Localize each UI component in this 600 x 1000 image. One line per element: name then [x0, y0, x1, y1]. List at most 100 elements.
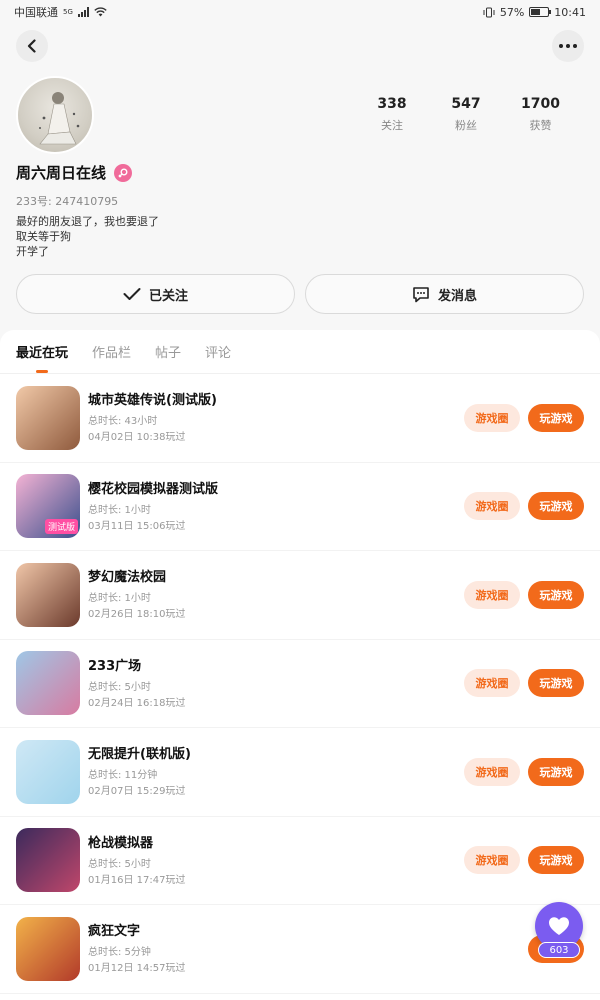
- tab-works[interactable]: 作品栏: [92, 329, 131, 373]
- game-row[interactable]: 疯狂文字 总时长: 5分钟 01月12日 14:57玩过 玩游戏: [0, 905, 600, 994]
- game-icon[interactable]: [16, 916, 80, 981]
- game-icon[interactable]: [16, 562, 80, 627]
- back-button[interactable]: [16, 30, 48, 62]
- tab-recently-played[interactable]: 最近在玩: [16, 329, 68, 373]
- game-actions: 游戏圈 玩游戏: [464, 492, 584, 521]
- battery-percent: 57%: [499, 5, 525, 19]
- carrier-label: 中国联通: [14, 6, 58, 19]
- game-last-played: 01月12日 14:57玩过: [88, 963, 186, 975]
- game-duration: 总时长: 1小时: [88, 504, 151, 516]
- play-game-button[interactable]: 玩游戏: [528, 757, 584, 786]
- game-title: 城市英雄传说(测试版): [88, 393, 217, 409]
- send-message-button[interactable]: 发消息: [305, 274, 584, 314]
- game-icon[interactable]: [16, 828, 80, 893]
- game-title: 疯狂文字: [88, 924, 141, 940]
- game-info: 无限提升(联机版) 总时长: 11分钟 02月07日 15:29玩过: [88, 743, 464, 800]
- tab-comments[interactable]: 评论: [205, 329, 231, 373]
- stat-label: 关注: [381, 119, 404, 132]
- chat-bubble-icon: [413, 286, 429, 302]
- game-circle-button[interactable]: 游戏圈: [464, 669, 520, 698]
- play-game-button[interactable]: 玩游戏: [528, 492, 584, 521]
- profile-stats: 338 关注 547 粉丝 1700 获赞: [373, 96, 560, 133]
- avatar-illustration-icon: [39, 92, 80, 145]
- game-title: 枪战模拟器: [88, 835, 154, 851]
- game-duration: 总时长: 5小时: [88, 681, 151, 693]
- stat-following[interactable]: 338 关注: [373, 96, 411, 133]
- user-id: 233号: 247410795: [16, 195, 119, 208]
- battery-icon: [529, 7, 552, 17]
- game-icon[interactable]: [16, 385, 80, 450]
- game-actions: 游戏圈 玩游戏: [464, 757, 584, 786]
- game-info: 樱花校园模拟器测试版 总时长: 1小时 03月11日 15:06玩过: [88, 478, 464, 535]
- avatar[interactable]: [16, 76, 94, 154]
- game-row[interactable]: 233广场 总时长: 5小时 02月24日 16:18玩过 游戏圈 玩游戏: [0, 640, 600, 728]
- user-name: 周六周日在线: [16, 164, 107, 182]
- game-info: 城市英雄传说(测试版) 总时长: 43小时 04月02日 10:38玩过: [88, 389, 464, 446]
- game-info: 疯狂文字 总时长: 5分钟 01月12日 14:57玩过: [88, 920, 464, 977]
- game-actions: 游戏圈 玩游戏: [464, 669, 584, 698]
- game-circle-button[interactable]: 游戏圈: [464, 492, 520, 521]
- profile-tabs: 最近在玩 作品栏 帖子 评论: [0, 330, 600, 374]
- check-icon: [123, 288, 141, 300]
- female-gender-icon: [114, 163, 133, 182]
- stat-number: 547: [451, 96, 481, 112]
- play-game-button[interactable]: 玩游戏: [528, 846, 584, 875]
- stat-number: 1700: [521, 96, 560, 112]
- game-circle-button[interactable]: 游戏圈: [464, 846, 520, 875]
- profile-header: 338 关注 547 粉丝 1700 获赞 周六周日在线 233号: 24741…: [0, 68, 600, 332]
- game-icon[interactable]: [16, 739, 80, 804]
- game-info: 枪战模拟器 总时长: 5小时 01月16日 17:47玩过: [88, 832, 464, 889]
- game-actions: 游戏圈 玩游戏: [464, 580, 584, 609]
- tab-posts[interactable]: 帖子: [155, 329, 181, 373]
- bio-line: 开学了: [16, 245, 49, 258]
- stat-likes[interactable]: 1700 获赞: [521, 96, 560, 133]
- clock: 10:41: [554, 5, 586, 19]
- more-dots-icon: [559, 44, 577, 48]
- followed-button[interactable]: 已关注: [16, 274, 295, 314]
- play-game-button[interactable]: 玩游戏: [528, 403, 584, 432]
- chevron-left-icon: [27, 39, 36, 53]
- game-last-played: 02月24日 16:18玩过: [88, 697, 186, 709]
- game-actions: 游戏圈 玩游戏: [464, 403, 584, 432]
- game-list: 城市英雄传说(测试版) 总时长: 43小时 04月02日 10:38玩过 游戏圈…: [0, 374, 600, 994]
- name-row: 周六周日在线: [16, 162, 133, 183]
- heart-icon: [549, 917, 569, 935]
- more-button[interactable]: [552, 30, 584, 62]
- status-bar: 中国联通 5G 57% 10:41: [0, 0, 600, 24]
- profile-actions: 已关注 发消息: [16, 274, 584, 314]
- test-version-badge: 测试版: [44, 519, 78, 535]
- game-row[interactable]: 无限提升(联机版) 总时长: 11分钟 02月07日 15:29玩过 游戏圈 玩…: [0, 728, 600, 817]
- game-duration: 总时长: 43小时: [88, 416, 158, 428]
- game-duration: 总时长: 5分钟: [88, 947, 151, 959]
- game-circle-button[interactable]: 游戏圈: [464, 580, 520, 609]
- game-row[interactable]: 城市英雄传说(测试版) 总时长: 43小时 04月02日 10:38玩过 游戏圈…: [0, 374, 600, 463]
- game-title: 梦幻魔法校园: [88, 570, 167, 586]
- game-circle-button[interactable]: 游戏圈: [464, 757, 520, 786]
- user-bio: 最好的朋友退了，我也要退了 取关等于狗 开学了: [16, 214, 159, 259]
- content-panel: 最近在玩 作品栏 帖子 评论 城市英雄传说(测试版) 总时长: 43小时 04月…: [0, 330, 600, 1000]
- network-type: 5G: [63, 8, 73, 16]
- play-game-button[interactable]: 玩游戏: [528, 669, 584, 698]
- game-row[interactable]: 梦幻魔法校园 总时长: 1小时 02月26日 18:10玩过 游戏圈 玩游戏: [0, 551, 600, 640]
- game-duration: 总时长: 1小时: [88, 593, 151, 605]
- game-row[interactable]: 枪战模拟器 总时长: 5小时 01月16日 17:47玩过 游戏圈 玩游戏: [0, 817, 600, 905]
- game-icon[interactable]: [16, 651, 80, 716]
- game-circle-button[interactable]: 游戏圈: [464, 403, 520, 432]
- followed-label: 已关注: [148, 288, 188, 304]
- game-last-played: 01月16日 17:47玩过: [88, 874, 186, 886]
- play-game-button[interactable]: 玩游戏: [528, 580, 584, 609]
- like-count-badge: 603: [538, 942, 580, 958]
- bio-line: 取关等于狗: [16, 230, 71, 243]
- game-last-played: 02月07日 15:29玩过: [88, 786, 186, 798]
- send-message-label: 发消息: [437, 288, 477, 304]
- stat-label: 粉丝: [455, 119, 478, 132]
- game-last-played: 04月02日 10:38玩过: [88, 432, 186, 444]
- stat-followers[interactable]: 547 粉丝: [447, 96, 485, 133]
- game-icon[interactable]: 测试版: [16, 474, 80, 539]
- game-duration: 总时长: 5小时: [88, 858, 151, 870]
- game-row[interactable]: 测试版 樱花校园模拟器测试版 总时长: 1小时 03月11日 15:06玩过 游…: [0, 463, 600, 551]
- stat-number: 338: [377, 96, 407, 112]
- top-nav: [0, 24, 600, 68]
- game-last-played: 02月26日 18:10玩过: [88, 609, 186, 621]
- bio-line: 最好的朋友退了，我也要退了: [16, 215, 159, 228]
